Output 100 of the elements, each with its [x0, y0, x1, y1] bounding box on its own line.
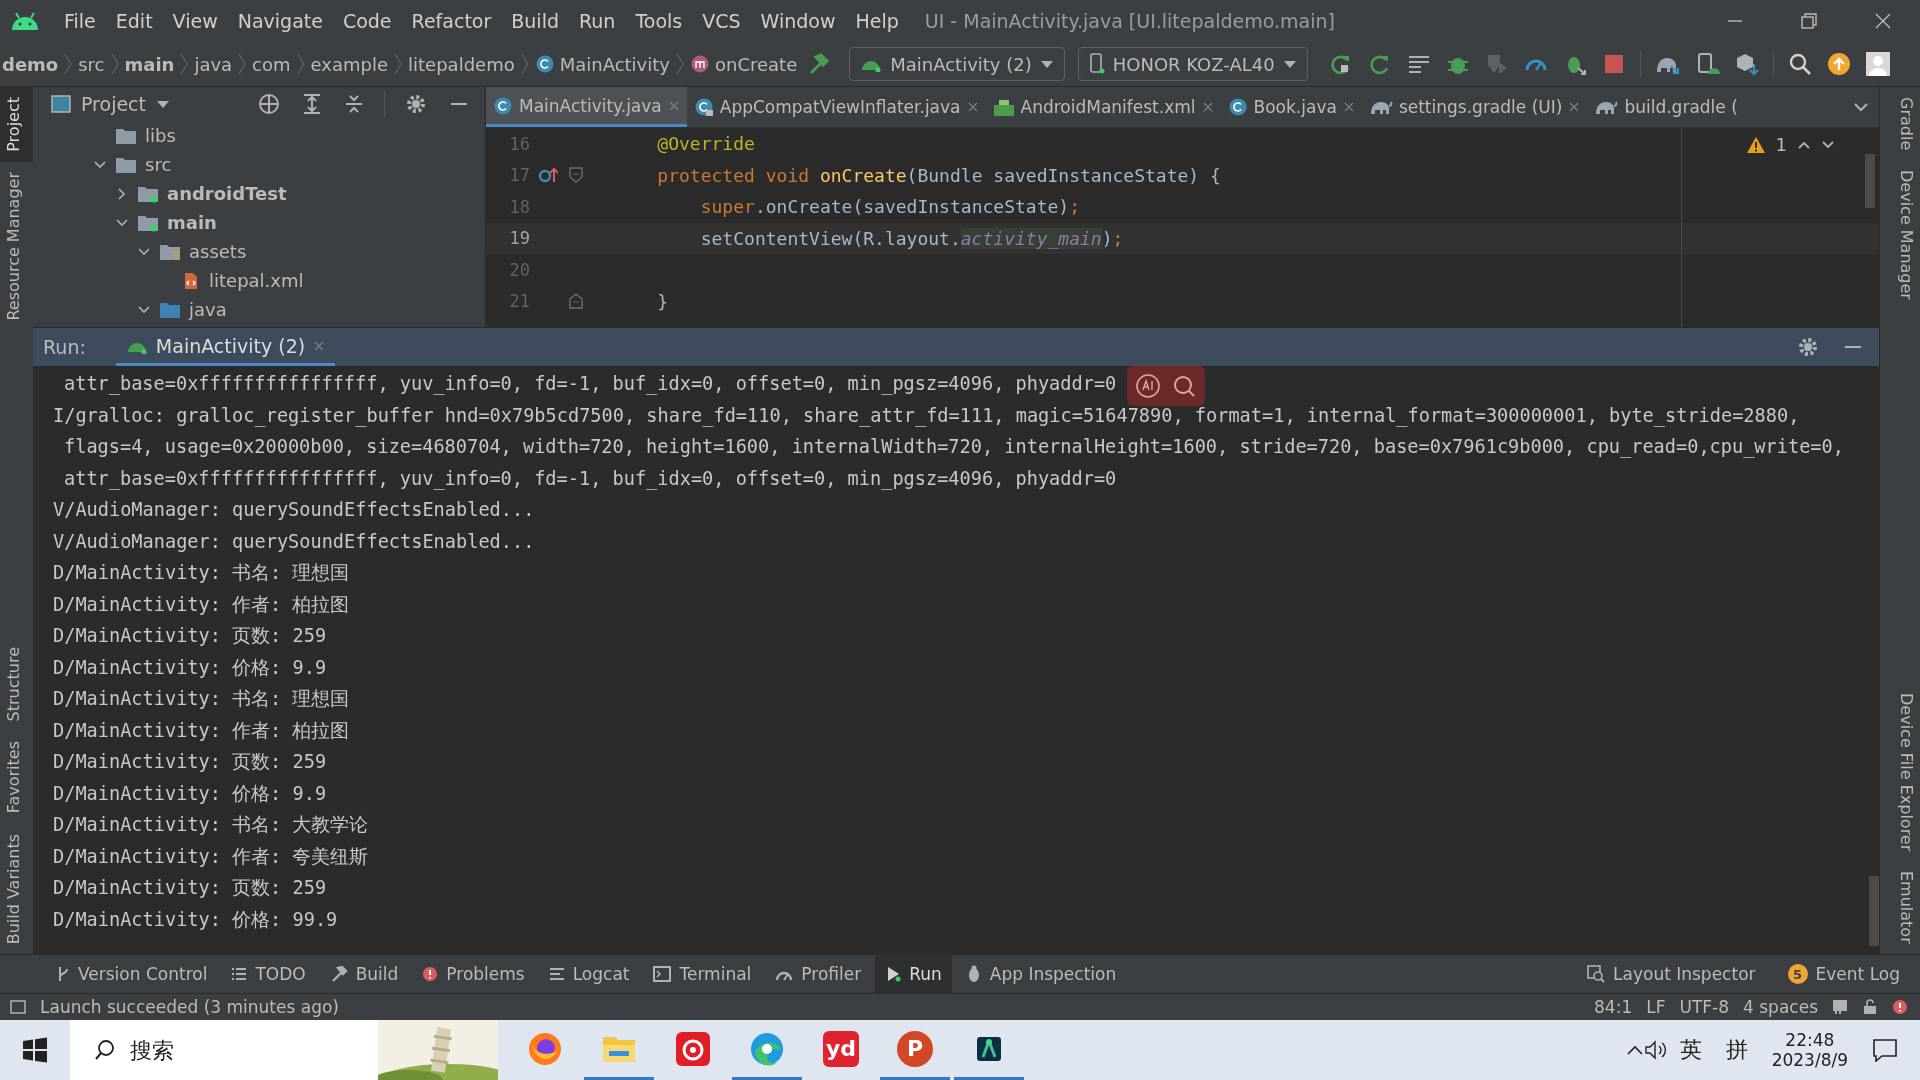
tool-window-button[interactable]: TODO [221, 955, 316, 993]
taskbar-app[interactable]: yd [806, 1020, 876, 1080]
tool-window-button[interactable]: Run [875, 955, 952, 993]
tool-window-button[interactable]: Version Control [46, 955, 218, 993]
tool-window-tab[interactable]: Emulator [1880, 861, 1920, 954]
taskbar-search-box[interactable]: 搜索 [70, 1020, 498, 1080]
update-icon[interactable] [1826, 52, 1851, 76]
line-separator[interactable]: LF [1646, 997, 1666, 1017]
search-icon[interactable] [1787, 52, 1812, 76]
menu-item[interactable]: Build [501, 10, 569, 32]
speaker-icon[interactable] [1643, 1039, 1668, 1061]
editor-tab[interactable]: settings.gradle (UI) [1361, 87, 1588, 127]
chevron-icon[interactable] [1853, 101, 1869, 113]
tree-item[interactable]: libs [145, 125, 176, 146]
caret-position[interactable]: 84:1 [1594, 997, 1633, 1017]
breadcrumb[interactable]: java [194, 53, 233, 75]
breadcrumb[interactable]: litepaldemo [408, 53, 515, 75]
error-icon[interactable] [1892, 999, 1908, 1015]
close-icon[interactable] [966, 101, 979, 113]
clock-time[interactable]: 22:48 [1785, 1030, 1835, 1050]
memory-icon[interactable] [1832, 999, 1848, 1015]
menu-item[interactable]: Tools [625, 10, 693, 32]
caret-icon[interactable] [156, 99, 170, 109]
chevron-up-icon[interactable] [1625, 1044, 1644, 1056]
override-icon[interactable] [538, 166, 558, 185]
tool-window-tab[interactable]: Project [0, 87, 33, 162]
tree-item[interactable]: litepal.xml [209, 270, 304, 291]
package-icon[interactable] [1734, 52, 1759, 76]
menu-item[interactable]: VCS [692, 10, 751, 32]
tree-item[interactable]: assets [189, 241, 247, 262]
tool-window-button[interactable]: Terminal [643, 955, 762, 993]
hammer-icon[interactable] [807, 52, 832, 76]
scrollbar-thumb[interactable] [1869, 876, 1879, 946]
tool-window-button[interactable]: Build [319, 955, 409, 993]
up-icon[interactable] [1797, 139, 1811, 150]
taskbar-app[interactable]: P [880, 1020, 950, 1080]
fold-icon[interactable] [569, 293, 583, 310]
tool-window-tab[interactable]: Device File Explorer [1880, 683, 1920, 862]
input-language[interactable]: 英 [1679, 1035, 1702, 1065]
clock-date[interactable]: 2023/8/9 [1771, 1050, 1848, 1070]
breadcrumb[interactable]: example [310, 53, 389, 75]
tool-window-tab[interactable]: Favorites [0, 731, 33, 824]
close-icon[interactable] [1874, 12, 1892, 30]
menu-item[interactable]: View [162, 10, 228, 32]
tool-window-button[interactable]: Problems [412, 955, 535, 993]
settings-icon[interactable] [405, 93, 427, 115]
close-icon[interactable] [1201, 101, 1214, 113]
menu-item[interactable]: Refactor [401, 10, 502, 32]
menu-item[interactable]: Window [750, 10, 846, 32]
warning-icon[interactable] [1745, 135, 1766, 154]
square-icon[interactable] [10, 999, 26, 1015]
panel-title[interactable]: Project [81, 93, 146, 115]
search-icon[interactable] [1171, 373, 1197, 399]
tree-item[interactable]: java [189, 299, 227, 320]
editor-tab[interactable]: MainActivity.java [486, 87, 687, 127]
file-encoding[interactable]: UTF-8 [1679, 997, 1730, 1017]
fold-icon[interactable] [569, 167, 583, 184]
menu-item[interactable]: Help [845, 10, 909, 32]
editor-tab[interactable]: AndroidManifest.xml [985, 87, 1221, 127]
lock-icon[interactable] [1862, 999, 1878, 1015]
start-icon[interactable] [22, 1037, 48, 1063]
tool-window-button[interactable]: Layout Inspector [1577, 955, 1766, 993]
run-tab[interactable]: MainActivity (2) [115, 328, 336, 366]
indent-setting[interactable]: 4 spaces [1743, 997, 1818, 1017]
menu-item[interactable]: Navigate [227, 10, 333, 32]
avatar-icon[interactable] [1865, 52, 1890, 76]
collapse-all-icon[interactable] [344, 93, 364, 115]
input-method[interactable]: 拼 [1725, 1035, 1748, 1065]
tool-window-button[interactable]: Profiler [765, 955, 872, 993]
expand-all-icon[interactable] [302, 93, 322, 115]
scrollbar-thumb[interactable] [1865, 154, 1875, 208]
menu-item[interactable]: Edit [105, 10, 163, 32]
settings-icon[interactable] [1797, 336, 1819, 358]
tree-item[interactable]: androidTest [167, 183, 287, 204]
tool-window-tab[interactable]: Structure [0, 636, 33, 732]
close-icon[interactable] [1342, 101, 1355, 113]
menu-item[interactable]: File [54, 10, 106, 32]
device-manager-icon[interactable] [1695, 52, 1720, 76]
warning-count[interactable]: 1 [1775, 134, 1787, 155]
close-icon[interactable] [1568, 101, 1581, 113]
tool-window-tab[interactable]: Gradle [1880, 87, 1920, 161]
tool-window-button[interactable]: App Inspection [955, 955, 1127, 993]
tool-window-tab[interactable]: Device Manager [1880, 160, 1920, 311]
editor-tab[interactable]: Book.java [1220, 87, 1362, 127]
editor-tab[interactable]: AppCompatViewInflater.java [686, 87, 986, 127]
breadcrumb[interactable]: MainActivity [559, 53, 670, 75]
tool-window-button[interactable]: Logcat [538, 955, 640, 993]
ai-icon[interactable] [1135, 373, 1161, 399]
restore-icon[interactable] [1800, 12, 1818, 30]
down-icon[interactable] [1821, 139, 1835, 150]
tool-window-button[interactable]: 5 Event Log [1769, 955, 1910, 993]
device-dropdown[interactable]: HONOR KOZ-AL40 [1077, 47, 1308, 81]
menu-item[interactable]: Run [569, 10, 626, 32]
run-configuration-dropdown[interactable]: MainActivity (2) [849, 47, 1065, 81]
breadcrumb[interactable]: com [252, 53, 291, 75]
breadcrumb[interactable]: main [124, 53, 175, 75]
tree-item[interactable]: src [145, 154, 172, 175]
breadcrumb[interactable]: src [78, 53, 105, 75]
editor-tab[interactable]: build.gradle ( [1587, 87, 1745, 127]
floating-toolbar[interactable] [1127, 366, 1205, 406]
